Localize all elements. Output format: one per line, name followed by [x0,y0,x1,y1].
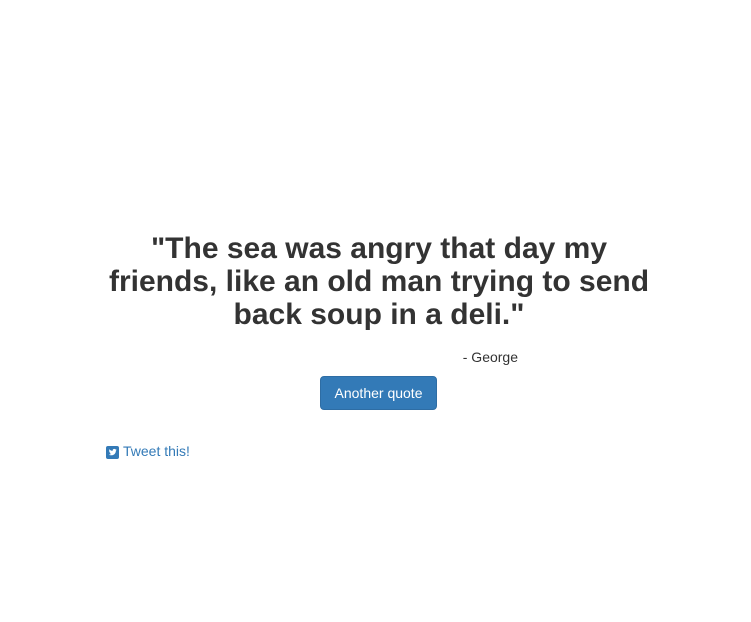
quote-text: "The sea was angry that day my friends, … [108,232,650,331]
quote-page: "The sea was angry that day my friends, … [0,0,751,622]
quote-author: - George [462,349,518,365]
tweet-label: Tweet this! [123,443,190,459]
another-quote-button[interactable]: Another quote [320,376,437,410]
twitter-square-icon [106,445,119,459]
tweet-link[interactable]: Tweet this! [106,442,190,460]
